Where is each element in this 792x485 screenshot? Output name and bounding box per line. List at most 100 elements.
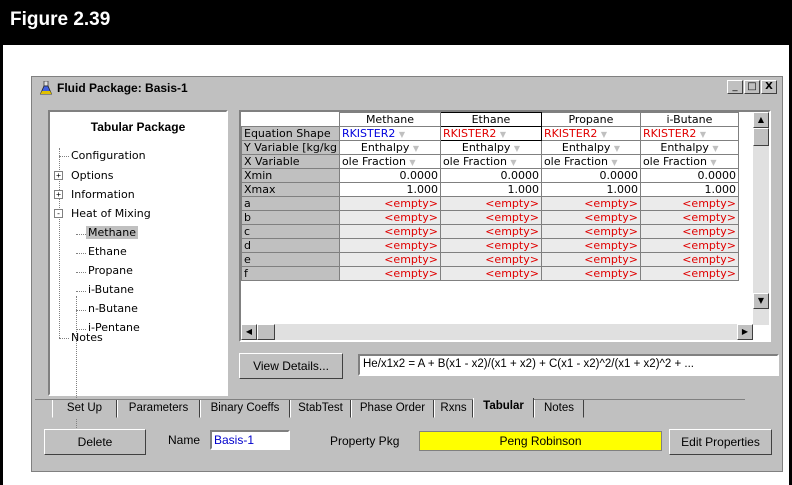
coefficient-cell[interactable]: <empty> [540, 252, 641, 267]
property-pkg-field[interactable]: Peng Robinson [419, 431, 662, 451]
tree-item-propane[interactable]: Propane [88, 264, 133, 277]
restore-button[interactable]: □ [744, 80, 760, 94]
coefficient-cell[interactable]: <empty> [540, 224, 641, 239]
tab-stabtest[interactable]: StabTest [290, 400, 351, 418]
coefficient-cell[interactable]: <empty> [338, 210, 441, 225]
tree-connector [76, 310, 86, 311]
coefficient-cell[interactable]: <empty> [439, 266, 542, 281]
tab-phase-order[interactable]: Phase Order [351, 400, 434, 418]
tab-notes[interactable]: Notes [534, 400, 584, 418]
coefficient-cell[interactable]: <empty> [439, 224, 542, 239]
scroll-up-icon[interactable]: ▲ [753, 112, 769, 128]
tree-item-heat-of-mixing[interactable]: Heat of Mixing [71, 207, 151, 220]
coefficient-cell[interactable]: <empty> [338, 196, 441, 211]
tree-item-information[interactable]: Information [71, 188, 135, 201]
coefficient-cell[interactable]: <empty> [639, 266, 739, 281]
coefficient-cell[interactable]: <empty> [639, 252, 739, 267]
edit-properties-button[interactable]: Edit Properties [669, 429, 772, 455]
xmax-cell[interactable]: 1.000 [540, 182, 641, 197]
coefficient-cell[interactable]: <empty> [639, 238, 739, 253]
column-header-methane[interactable]: Methane [338, 112, 441, 127]
tab-rxns[interactable]: Rxns [434, 400, 473, 418]
vertical-scrollbar[interactable]: ▲ ▼ [753, 112, 769, 325]
coefficient-cell[interactable]: <empty> [338, 266, 441, 281]
coefficient-cell[interactable]: <empty> [439, 210, 542, 225]
x-variable-select[interactable]: ole Fraction ▼ [338, 154, 441, 169]
dropdown-arrow-icon[interactable]: ▼ [409, 158, 415, 167]
x-variable-select[interactable]: ole Fraction ▼ [540, 154, 641, 169]
xmax-cell[interactable]: 1.000 [338, 182, 441, 197]
close-button[interactable]: X [761, 80, 777, 94]
xmax-cell[interactable]: 1.000 [439, 182, 542, 197]
coefficient-cell[interactable]: <empty> [439, 252, 542, 267]
tree-item-ethane[interactable]: Ethane [88, 245, 127, 258]
equation-shape-select[interactable]: RKISTER2 ▼ [439, 126, 542, 141]
coefficient-cell[interactable]: <empty> [338, 224, 441, 239]
equation-shape-select[interactable]: RKISTER2 ▼ [338, 126, 441, 141]
xmin-cell[interactable]: 0.0000 [540, 168, 641, 183]
dropdown-arrow-icon[interactable]: ▼ [700, 130, 706, 139]
name-field[interactable]: Basis-1 [210, 430, 290, 450]
equation-shape-select[interactable]: RKISTER2 ▼ [639, 126, 739, 141]
tab-set-up[interactable]: Set Up [52, 400, 117, 418]
expand-icon[interactable]: + [54, 171, 63, 180]
delete-button[interactable]: Delete [44, 429, 146, 455]
dropdown-arrow-icon[interactable]: ▼ [500, 130, 506, 139]
minimize-button[interactable]: _ [727, 80, 743, 94]
scroll-down-icon[interactable]: ▼ [753, 293, 769, 309]
coefficient-cell[interactable]: <empty> [439, 238, 542, 253]
column-header-i-butane[interactable]: i-Butane [639, 112, 739, 127]
dropdown-arrow-icon[interactable]: ▼ [601, 130, 607, 139]
coefficient-cell[interactable]: <empty> [639, 224, 739, 239]
tree-item-notes[interactable]: Notes [71, 331, 103, 344]
dropdown-arrow-icon[interactable]: ▼ [514, 144, 520, 153]
horizontal-scrollbar[interactable]: ◀ ▶ [241, 324, 753, 340]
x-variable-select[interactable]: ole Fraction ▼ [639, 154, 739, 169]
dropdown-arrow-icon[interactable]: ▼ [712, 144, 718, 153]
dropdown-arrow-icon[interactable]: ▼ [510, 158, 516, 167]
tree-item-methane[interactable]: Methane [86, 226, 139, 239]
tree-item-i-butane[interactable]: i-Butane [88, 283, 134, 296]
scroll-left-icon[interactable]: ◀ [241, 324, 257, 340]
coefficient-cell[interactable]: <empty> [540, 238, 641, 253]
y-variable-select[interactable]: Enthalpy ▼ [540, 140, 641, 155]
tab-parameters[interactable]: Parameters [117, 400, 200, 418]
scroll-right-icon[interactable]: ▶ [737, 324, 753, 340]
dropdown-arrow-icon[interactable]: ▼ [710, 158, 716, 167]
x-variable-select[interactable]: ole Fraction ▼ [439, 154, 542, 169]
coefficient-cell[interactable]: <empty> [540, 266, 641, 281]
coefficient-cell[interactable]: <empty> [639, 196, 739, 211]
coefficient-cell[interactable]: <empty> [540, 196, 641, 211]
tab-binary-coeffs[interactable]: Binary Coeffs [200, 400, 290, 418]
tree-item-n-butane[interactable]: n-Butane [88, 302, 138, 315]
dropdown-arrow-icon[interactable]: ▼ [413, 144, 419, 153]
y-variable-select[interactable]: Enthalpy ▼ [639, 140, 739, 155]
y-variable-select[interactable]: Enthalpy ▼ [338, 140, 441, 155]
dropdown-arrow-icon[interactable]: ▼ [399, 130, 405, 139]
dropdown-arrow-icon[interactable]: ▼ [614, 144, 620, 153]
coefficient-cell[interactable]: <empty> [338, 252, 441, 267]
row-label: Xmin [241, 168, 340, 183]
tree-item-configuration[interactable]: Configuration [71, 149, 146, 162]
coefficient-cell[interactable]: <empty> [639, 210, 739, 225]
xmax-cell[interactable]: 1.000 [639, 182, 739, 197]
xmin-cell[interactable]: 0.0000 [439, 168, 542, 183]
tree-item-options[interactable]: Options [71, 169, 113, 182]
tab-tabular[interactable]: Tabular [473, 398, 534, 418]
column-header-ethane[interactable]: Ethane [439, 112, 542, 127]
column-header-propane[interactable]: Propane [540, 112, 641, 127]
y-variable-select[interactable]: Enthalpy ▼ [439, 140, 542, 155]
vertical-scroll-thumb[interactable] [753, 128, 769, 146]
equation-shape-select[interactable]: RKISTER2 ▼ [540, 126, 641, 141]
xmin-cell[interactable]: 0.0000 [338, 168, 441, 183]
collapse-icon[interactable]: - [54, 209, 63, 218]
coefficient-cell[interactable]: <empty> [338, 238, 441, 253]
view-details-button[interactable]: View Details... [239, 353, 343, 379]
horizontal-scroll-thumb[interactable] [257, 324, 275, 340]
coefficient-cell[interactable]: <empty> [439, 196, 542, 211]
xmin-cell[interactable]: 0.0000 [639, 168, 739, 183]
expand-icon[interactable]: + [54, 190, 63, 199]
dropdown-arrow-icon[interactable]: ▼ [611, 158, 617, 167]
coefficient-cell[interactable]: <empty> [540, 210, 641, 225]
window-titlebar[interactable]: Fluid Package: Basis-1 _ □ X [33, 78, 781, 99]
